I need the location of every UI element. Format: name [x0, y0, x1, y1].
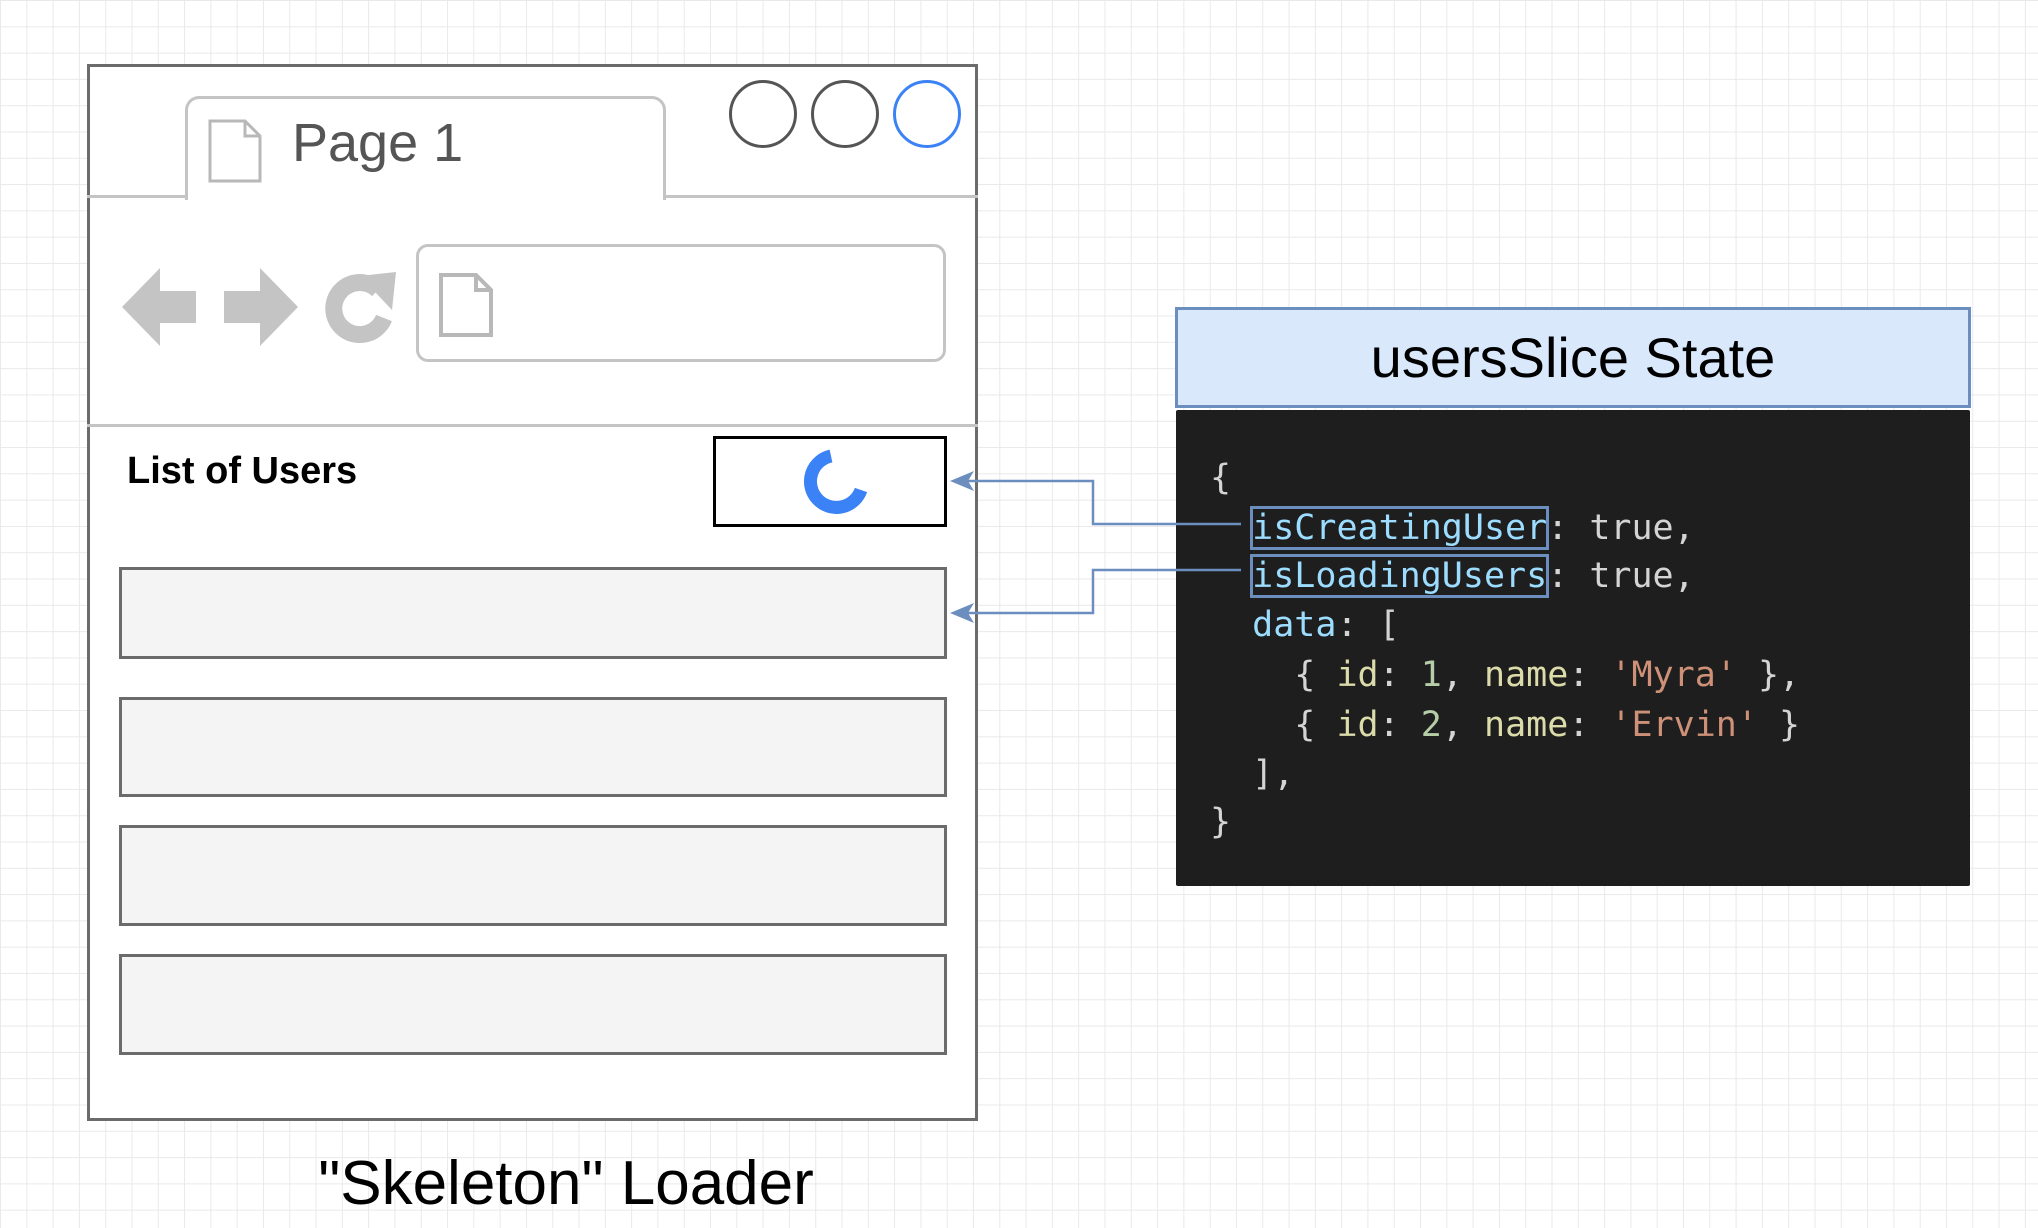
connector-arrows — [950, 471, 1241, 623]
is-loading-arrow — [962, 568, 1241, 615]
is-creating-arrow — [962, 479, 1241, 526]
